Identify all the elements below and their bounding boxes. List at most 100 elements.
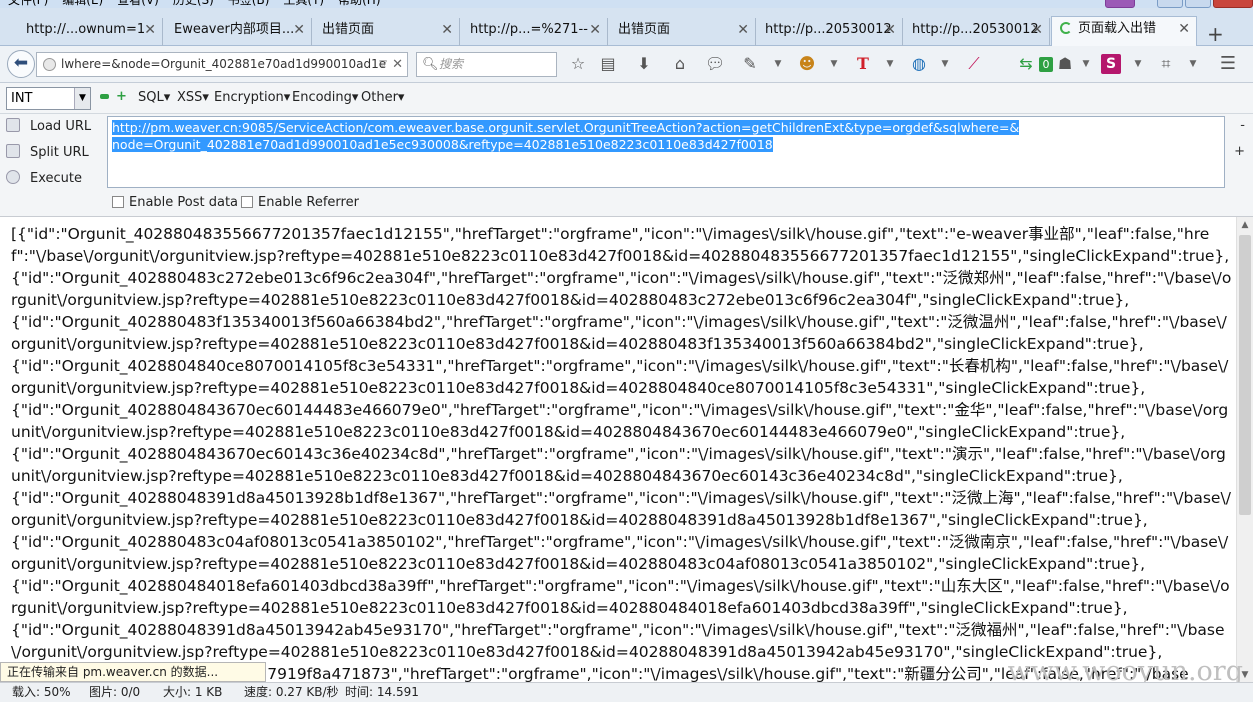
home-icon[interactable]: ⌂ — [670, 54, 690, 74]
dropdown-icon[interactable]: ▼ — [1188, 54, 1198, 74]
status-bar: 载入: 50% 图片: 0/0 大小: 1 KB 速度: 0.27 KB/秒 时… — [0, 682, 1253, 702]
dropdown-icon[interactable]: ▼ — [1081, 54, 1091, 74]
s-addon-icon[interactable]: S — [1101, 54, 1121, 74]
reading-list-icon[interactable]: ▤ — [598, 54, 618, 74]
split-url-button[interactable]: Split URL — [6, 142, 89, 164]
addon-badge[interactable]: 0 — [1039, 57, 1053, 72]
firebug-chart-icon[interactable]: ⟋ — [964, 54, 984, 74]
noscript-icon[interactable]: ✎ — [740, 54, 760, 74]
decrement-icon[interactable] — [100, 94, 109, 99]
sync-icon[interactable]: ⇆ — [1016, 54, 1036, 74]
xss-menu[interactable]: XSS▾ — [177, 90, 209, 105]
close-icon[interactable]: ✕ — [293, 18, 305, 42]
load-url-icon — [6, 118, 20, 132]
dropdown-icon[interactable]: ▼ — [940, 54, 950, 74]
hackbar-toolbar: INT ▼ + SQL▾ XSS▾ Encryption▾ Encoding▾ … — [0, 83, 1253, 114]
web-developer-icon[interactable]: ◍ — [909, 54, 929, 74]
elapsed-time: 时间: 14.591 — [345, 685, 419, 699]
scissors-icon — [6, 144, 20, 158]
tab-8-active[interactable]: 页面载入出错 ✕ — [1051, 16, 1197, 47]
new-tab-icon[interactable]: + — [1207, 24, 1224, 44]
tab-6[interactable]: http://p...20530012 ✕ — [757, 18, 903, 46]
type-select-value: INT — [11, 91, 33, 106]
shrink-textarea-button[interactable]: - — [1240, 118, 1245, 133]
close-icon[interactable]: ✕ — [1031, 18, 1043, 42]
type-select[interactable]: INT ▼ — [6, 87, 91, 110]
expand-textarea-button[interactable]: + — [1234, 144, 1245, 159]
tab-label: 出错页面 — [618, 22, 671, 37]
close-icon[interactable]: ✕ — [144, 18, 156, 42]
tab-label: http://...ownum=1 — [26, 22, 146, 37]
load-url-button[interactable]: Load URL — [6, 116, 91, 138]
hamburger-menu-icon[interactable]: ☰ — [1218, 54, 1238, 74]
back-arrow-icon[interactable]: ⬅ — [7, 50, 35, 78]
play-icon — [6, 170, 20, 184]
menu-bookmarks[interactable]: 书签(B) — [228, 0, 270, 8]
minimize-button[interactable] — [1157, 0, 1183, 8]
menu-view[interactable]: 查看(V) — [117, 0, 159, 8]
close-window-button[interactable] — [1213, 0, 1253, 8]
download-icon[interactable]: ⬇ — [634, 54, 654, 74]
enable-post-checkbox[interactable]: Enable Post data — [112, 195, 238, 210]
scroll-thumb[interactable] — [1239, 235, 1251, 515]
close-icon[interactable]: ✕ — [737, 18, 749, 42]
other-menu[interactable]: Other▾ — [361, 90, 404, 105]
bookmark-star-icon[interactable]: ☆ — [568, 54, 588, 74]
close-icon[interactable]: ✕ — [1178, 17, 1190, 41]
page-size: 大小: 1 KB — [163, 685, 223, 699]
enable-post-label: Enable Post data — [129, 195, 239, 210]
close-icon[interactable]: ✕ — [441, 18, 453, 42]
ghost-icon[interactable]: ☗ — [1055, 54, 1075, 74]
tab-label: Eweaver内部项目... — [174, 22, 295, 37]
tab-5[interactable]: 出错页面 ✕ — [610, 18, 756, 46]
addon-menu-button[interactable] — [1105, 0, 1135, 8]
close-icon[interactable]: ✕ — [884, 18, 896, 42]
increment-icon[interactable]: + — [116, 90, 127, 103]
search-placeholder: 搜索 — [439, 57, 464, 71]
loading-spinner-icon — [1060, 22, 1072, 34]
dropdown-icon[interactable]: ▼ — [1133, 54, 1143, 74]
search-input[interactable]: 🔍︎ 搜索 — [416, 52, 557, 77]
menu-history[interactable]: 历史(S) — [173, 0, 214, 8]
text-tool-icon[interactable]: T — [853, 54, 873, 74]
tab-4[interactable]: http://p...=%271-- ✕ — [462, 18, 608, 46]
load-percent: 载入: 50% — [12, 685, 71, 699]
tab-7[interactable]: http://p...20530012 ✕ — [904, 18, 1050, 46]
menu-bar: 文件(F) 编辑(E) 查看(V) 历史(S) 书签(B) 工具(T) 帮助(H… — [0, 0, 1253, 8]
scroll-up-icon[interactable]: ▲ — [1237, 217, 1253, 233]
menu-help[interactable]: 帮助(H) — [338, 0, 380, 8]
checkbox-icon — [112, 196, 124, 208]
dropdown-icon[interactable]: ▼ — [829, 54, 839, 74]
tab-1[interactable]: http://...ownum=1 ✕ — [18, 18, 163, 46]
dropdown-icon[interactable]: ▼ — [885, 54, 895, 74]
stop-icon[interactable]: ✕ — [392, 53, 403, 76]
url-textarea[interactable]: http://pm.weaver.cn:9085/ServiceAction/c… — [107, 116, 1225, 188]
sql-menu[interactable]: SQL▾ — [138, 90, 170, 105]
tab-2[interactable]: Eweaver内部项目... ✕ — [166, 18, 312, 46]
split-url-label: Split URL — [30, 145, 89, 160]
crop-icon[interactable]: ⌗ — [1156, 54, 1176, 74]
tab-label: http://p...20530012 — [912, 22, 1039, 37]
url-line-2: node=Orgunit_402881e70ad1d990010ad1e5ec9… — [112, 137, 773, 152]
monkey-icon[interactable]: ☻ — [797, 54, 817, 74]
tab-3[interactable]: 出错页面 ✕ — [314, 18, 460, 46]
address-bar[interactable]: lwhere=&node=Orgunit_402881e70ad1d990010… — [36, 52, 408, 77]
transfer-speed: 速度: 0.27 KB/秒 — [244, 685, 339, 699]
encoding-menu[interactable]: Encoding▾ — [292, 90, 358, 105]
enable-referrer-checkbox[interactable]: Enable Referrer — [241, 195, 359, 210]
menu-edit[interactable]: 编辑(E) — [62, 0, 103, 8]
execute-button[interactable]: Execute — [6, 168, 82, 190]
json-response-text: [{"id":"Orgunit_402880483556677201357fae… — [11, 225, 1232, 682]
image-count: 图片: 0/0 — [89, 685, 141, 699]
menu-tools[interactable]: 工具(T) — [283, 0, 324, 8]
menu-file[interactable]: 文件(F) — [8, 0, 48, 8]
checkbox-icon — [241, 196, 253, 208]
encryption-menu[interactable]: Encryption▾ — [214, 90, 290, 105]
maximize-button[interactable] — [1185, 0, 1211, 8]
tab-label: 页面载入出错 — [1078, 21, 1157, 36]
vertical-scrollbar[interactable]: ▲ ▼ — [1236, 217, 1253, 682]
dropdown-icon[interactable]: ▽ — [379, 53, 387, 76]
chat-icon[interactable]: 💬︎ — [705, 54, 725, 74]
dropdown-icon[interactable]: ▼ — [773, 54, 783, 74]
close-icon[interactable]: ✕ — [589, 18, 601, 42]
